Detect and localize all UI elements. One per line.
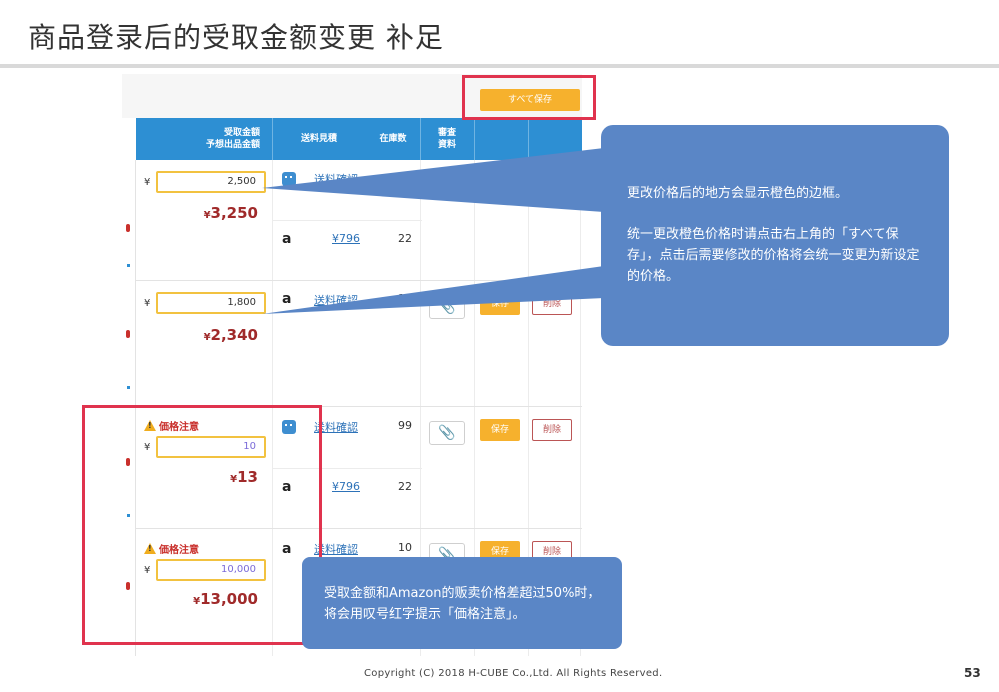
amazon-price-link[interactable]: ¥796 [332,232,360,245]
row-divider [136,280,582,281]
delete-button[interactable]: 削除 [532,419,572,441]
price-warning-hint: 受取金额和Amazon的贩卖价格差超过50%时，将会用叹号红字提示「価格注意」。 [324,586,601,622]
header-docs-label2: 資料 [437,140,456,150]
stock-count: 99 [398,171,412,184]
save-all-hint: 统一更改橙色价格时请点击右上角的「すべて保存」，点击后需要修改的价格将会统一变更… [627,227,920,284]
header-shipping: 送料見積 [300,134,337,144]
header-docs: 審査 資料 [420,118,474,160]
stock-count: 22 [398,480,412,493]
header-stock: 在庫数 [379,134,407,144]
currency-symbol: ¥ [144,298,151,309]
shipping-robot-icon [282,172,296,186]
delete-button[interactable]: 削除 [532,172,572,194]
row-marker [126,224,130,232]
expected-price-value: 2,340 [210,326,258,344]
currency-symbol: ¥ [144,177,151,188]
stock-count: 10 [398,541,412,554]
save-all-highlight [462,75,596,120]
save-button[interactable]: 保存 [480,172,520,194]
price-input[interactable]: 2,500 [156,171,266,193]
copyright-footer: Copyright (C) 2018 H-CUBE Co.,Ltd. All R… [364,668,663,679]
subrow-divider [272,220,422,221]
price-input[interactable]: 1,800 [156,292,266,314]
header-divider [474,118,475,160]
row-marker [127,264,130,267]
header-expected-label: 予想出品金額 [205,140,260,150]
shipping-check-link[interactable]: 送料確認 [314,292,358,308]
attachment-button[interactable]: 📎 [429,295,465,319]
delete-button[interactable]: 削除 [532,293,572,315]
hint-callout: 更改价格后的地方会显示橙色的边框。 统一更改橙色价格时请点击右上角的「すべて保存… [601,125,949,346]
table-header: 受取金額予想出品金額 送料見積 在庫数 審査資料 [136,118,582,160]
header-price: 受取金額予想出品金額 [136,118,270,160]
row-marker [126,330,130,338]
page-title: 商品登录后的受取金额变更 补足 [28,21,444,54]
stock-count: 22 [398,232,412,245]
paperclip-icon: 📎 [438,425,456,441]
paperclip-icon: 📎 [438,299,456,315]
price-warning-highlight [82,405,322,645]
currency-symbol: ¥ [203,210,211,221]
expected-price: ¥3,250 [138,204,258,222]
header-divider [528,118,529,160]
expected-price: ¥2,340 [138,326,258,344]
attachment-button[interactable]: 📎 [429,174,465,198]
header-price-label: 受取金額 [223,128,260,138]
warning-callout: 受取金额和Amazon的贩卖价格差超过50%时，将会用叹号红字提示「価格注意」。 [302,557,622,649]
shipping-check-link[interactable]: 送料確認 [314,171,358,187]
expected-price-value: 3,250 [210,204,258,222]
stock-count: 10 [398,292,412,305]
save-button[interactable]: 保存 [480,293,520,315]
row-marker [127,386,130,389]
amazon-icon: a [282,291,292,307]
attachment-button[interactable]: 📎 [429,421,465,445]
paperclip-icon: 📎 [438,178,456,194]
title-divider [0,64,999,68]
currency-symbol: ¥ [203,332,211,343]
save-button[interactable]: 保存 [480,419,520,441]
header-docs-label: 審査 [437,128,456,138]
amazon-price-link[interactable]: ¥796 [332,480,360,493]
page-number: 53 [964,666,981,680]
orange-border-hint: 更改价格后的地方会显示橙色的边框。 [627,186,849,201]
stock-count: 99 [398,419,412,432]
amazon-icon: a [282,231,292,247]
